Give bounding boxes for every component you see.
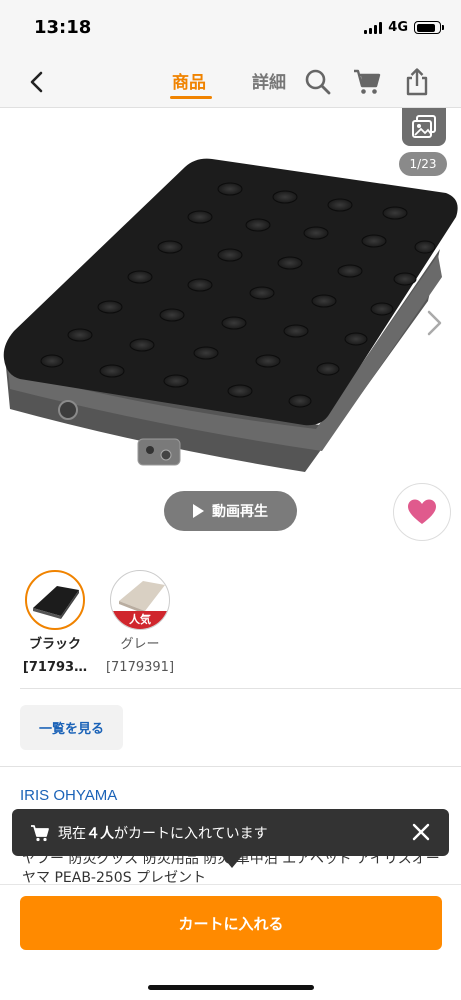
variant-swatch-black [25,570,85,630]
next-image-icon[interactable] [422,308,448,338]
view-all-button[interactable]: 一覧を見る [20,705,123,750]
favorite-button[interactable] [393,483,451,541]
popular-badge: 人気 [111,611,169,629]
battery-icon [414,21,444,34]
variant-swatch-gray: 人気 [110,570,170,630]
brand-link[interactable]: IRIS OHYAMA [20,787,117,804]
gallery-button[interactable] [402,108,446,146]
search-icon[interactable] [303,67,333,97]
image-counter: 1/23 [399,152,447,176]
status-bar: 13:18 4G [0,0,461,56]
image-gallery-icon [412,115,436,138]
close-icon[interactable] [411,822,431,842]
toast-pointer [222,856,242,868]
toast-message: 現在４人がカートに入れています [58,825,268,842]
cart-icon [31,824,49,841]
tab-detail[interactable]: 詳細 [252,68,286,93]
heart-icon [408,499,436,524]
divider [20,688,461,689]
cart-icon[interactable] [352,67,382,97]
add-to-cart-button[interactable]: カートに入れる [20,896,442,950]
variant-name: グレー [120,637,160,652]
play-icon [193,504,204,518]
network-type: 4G [388,20,408,35]
play-video-label: 動画再生 [212,504,268,520]
variant-name: ブラック [28,637,81,652]
home-indicator [148,985,314,990]
tab-product[interactable]: 商品 [172,68,206,93]
status-indicators: 4G [364,20,444,35]
cart-notification-toast: 現在４人がカートに入れています [12,809,449,856]
divider [0,766,461,767]
variant-gray[interactable]: 人気 グレー [7179391] [95,570,185,676]
share-icon[interactable] [402,67,432,97]
variant-black[interactable]: ブラック [71793… [10,570,100,676]
signal-icon [364,21,383,34]
variant-code: [71793… [22,660,88,675]
status-time: 13:18 [34,17,92,38]
play-video-button[interactable]: 動画再生 [164,491,297,531]
nav-bar: 商品 詳細 [0,56,461,108]
back-chevron-icon[interactable] [24,68,52,96]
tab-active-indicator [170,96,212,99]
variant-code: [7179391] [105,660,175,675]
